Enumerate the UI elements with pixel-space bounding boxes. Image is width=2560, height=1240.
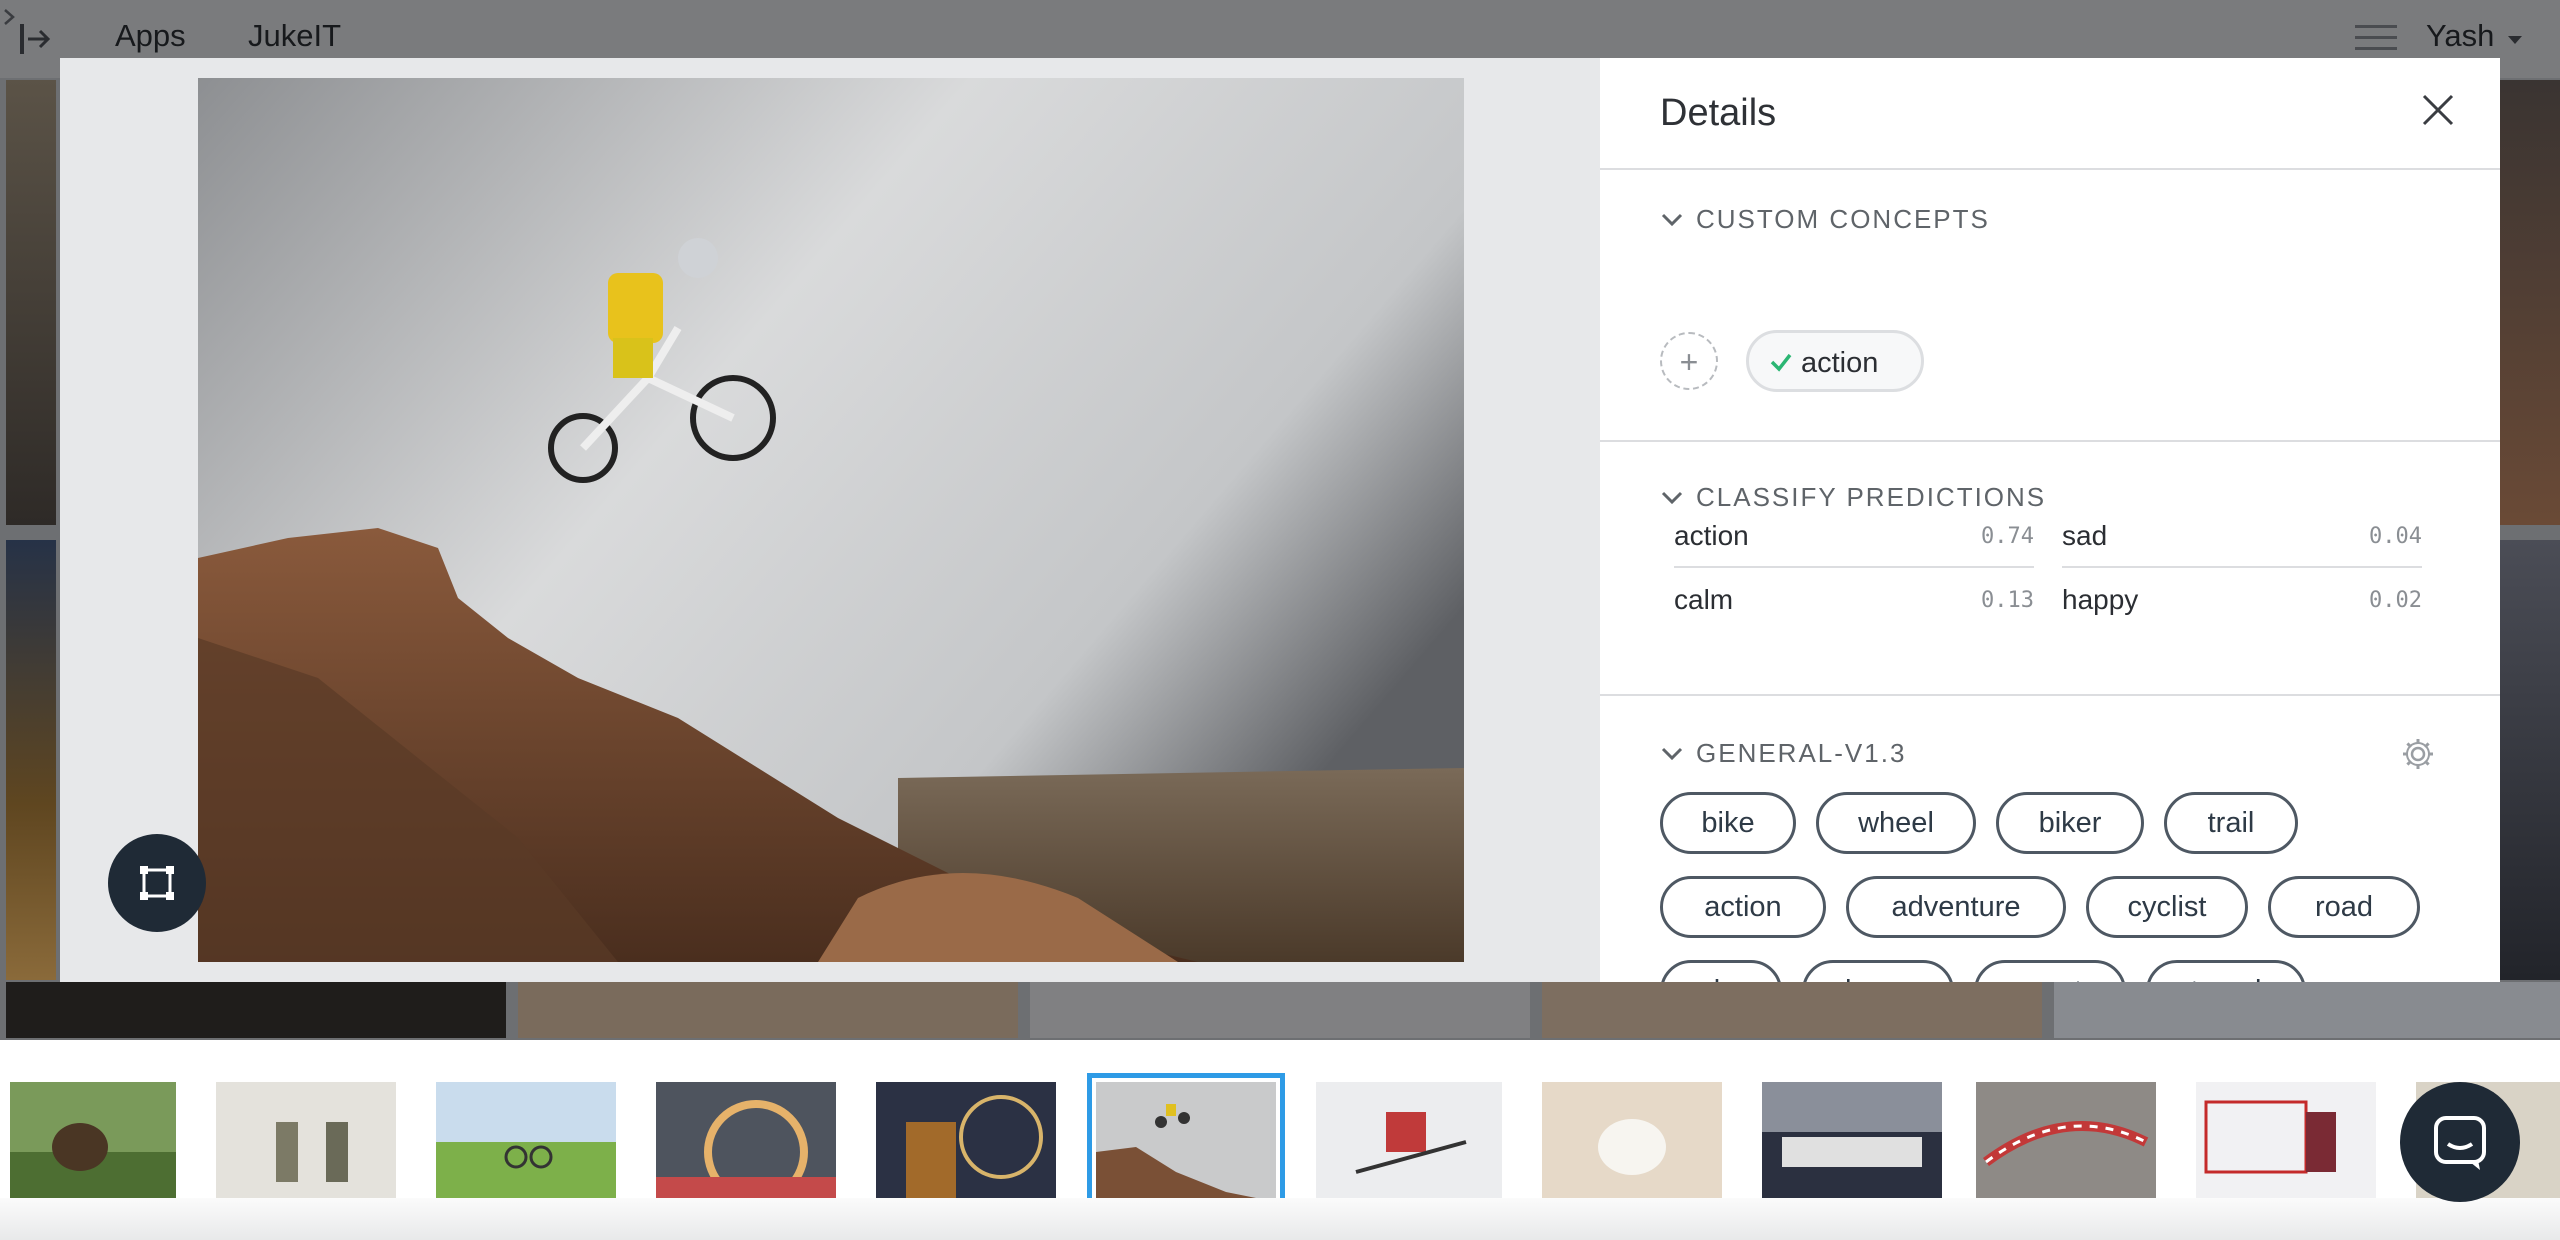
thumbnail-rugby-scrum[interactable]: [1762, 1082, 1942, 1202]
prediction-row: action 0.74: [1674, 514, 2034, 570]
section-title: CUSTOM CONCEPTS: [1696, 204, 1990, 234]
prediction-value: 0.02: [2369, 588, 2422, 613]
chevron-right-icon: [4, 9, 15, 25]
thumbnail-dog[interactable]: [10, 1082, 176, 1202]
prediction-name: action: [1674, 520, 1749, 551]
divider: [2062, 566, 2422, 568]
prediction-row: happy 0.02: [2062, 578, 2422, 634]
gallery-tile: [518, 982, 1018, 1038]
main-image: [198, 78, 1464, 962]
gallery-tile: [6, 80, 56, 525]
gallery-tile: [2500, 540, 2560, 980]
concept-chip[interactable]: action: [1746, 330, 1924, 392]
plus-icon: +: [1679, 344, 1699, 380]
details-header: Details: [1600, 58, 2500, 170]
details-title: Details: [1660, 92, 1777, 134]
prediction-row: sad 0.04: [2062, 514, 2422, 570]
tag-chip[interactable]: adventure: [1846, 876, 2066, 938]
check-icon: [1770, 353, 1792, 372]
prediction-value: 0.74: [1981, 524, 2034, 549]
tag-chip[interactable]: cyclist: [2086, 876, 2248, 938]
region-select-button[interactable]: [108, 834, 206, 932]
user-menu[interactable]: Yash: [2426, 18, 2494, 54]
tag-chip[interactable]: wheel: [1816, 792, 1976, 854]
collapse-sidebar-icon[interactable]: [18, 22, 54, 56]
tag-chip[interactable]: action: [1660, 876, 1826, 938]
tag-chip[interactable]: sport: [1974, 960, 2126, 982]
breadcrumb-app[interactable]: JukeIT: [248, 18, 341, 54]
chat-launcher-button[interactable]: [2400, 1082, 2520, 1202]
tag-chip[interactable]: travel: [2146, 960, 2306, 982]
gallery-tile: [1030, 982, 1530, 1038]
thumbnail-mountain-biker-selected[interactable]: [1087, 1073, 1285, 1211]
crop-region-icon: [140, 866, 174, 900]
add-concept-button[interactable]: +: [1660, 332, 1718, 390]
chevron-down-icon: [1661, 491, 1683, 505]
custom-concepts-section: CUSTOM CONCEPTS + action: [1600, 170, 2500, 442]
prediction-row: calm 0.13: [1674, 578, 2034, 634]
section-title: GENERAL-V1.3: [1696, 738, 1907, 768]
gallery-tile: [2500, 80, 2560, 525]
concept-label: action: [1801, 347, 1879, 379]
thumbnail-ferris-wheel[interactable]: [656, 1082, 836, 1202]
tag-chip[interactable]: bike: [1660, 792, 1796, 854]
prediction-name: calm: [1674, 584, 1734, 615]
classify-predictions-section: CLASSIFY PREDICTIONS action 0.74 sad 0.0…: [1600, 442, 2500, 696]
gear-icon[interactable]: [2400, 736, 2436, 772]
thumbnail-white-dog[interactable]: [1542, 1082, 1722, 1202]
chevron-down-icon: [1661, 747, 1683, 761]
tag-chip[interactable]: sky: [1660, 960, 1782, 982]
image-detail-modal: Details CUSTOM CONCEPTS + action CLASSIF…: [60, 58, 2500, 982]
breadcrumb-apps[interactable]: Apps: [115, 18, 186, 54]
chat-icon: [2434, 1116, 2486, 1170]
thumbnail-hockey[interactable]: [2196, 1082, 2376, 1202]
thumbnail-cyclist-field[interactable]: [436, 1082, 616, 1202]
gallery-tile: [6, 982, 506, 1038]
tag-chip[interactable]: hurry: [1802, 960, 1954, 982]
section-title: CLASSIFY PREDICTIONS: [1696, 482, 2047, 512]
caret-down-icon[interactable]: [2506, 34, 2524, 46]
details-panel: Details CUSTOM CONCEPTS + action CLASSIF…: [1600, 58, 2500, 982]
thumbnail-soldiers[interactable]: [216, 1082, 396, 1202]
close-icon[interactable]: [2418, 90, 2458, 130]
gallery-tile: [2054, 982, 2560, 1038]
menu-icon[interactable]: [2355, 22, 2397, 54]
gallery-tile: [6, 540, 56, 980]
filmstrip-edge: [0, 1198, 2560, 1240]
general-model-section: GENERAL-V1.3 bike wheel biker trail acti…: [1600, 696, 2500, 982]
chevron-down-icon: [1661, 213, 1683, 227]
prediction-value: 0.13: [1981, 588, 2034, 613]
tag-chip[interactable]: trail: [2164, 792, 2298, 854]
divider: [1674, 566, 2034, 568]
thumbnail-carnival-night[interactable]: [876, 1082, 1056, 1202]
thumbnail-skier[interactable]: [1316, 1082, 1502, 1202]
gallery-tile: [1542, 982, 2042, 1038]
prediction-name: sad: [2062, 520, 2108, 551]
thumbnail-kart-track[interactable]: [1976, 1082, 2156, 1202]
tag-chip[interactable]: road: [2268, 876, 2420, 938]
prediction-name: happy: [2062, 584, 2139, 615]
tag-chip[interactable]: biker: [1996, 792, 2144, 854]
prediction-value: 0.04: [2369, 524, 2422, 549]
